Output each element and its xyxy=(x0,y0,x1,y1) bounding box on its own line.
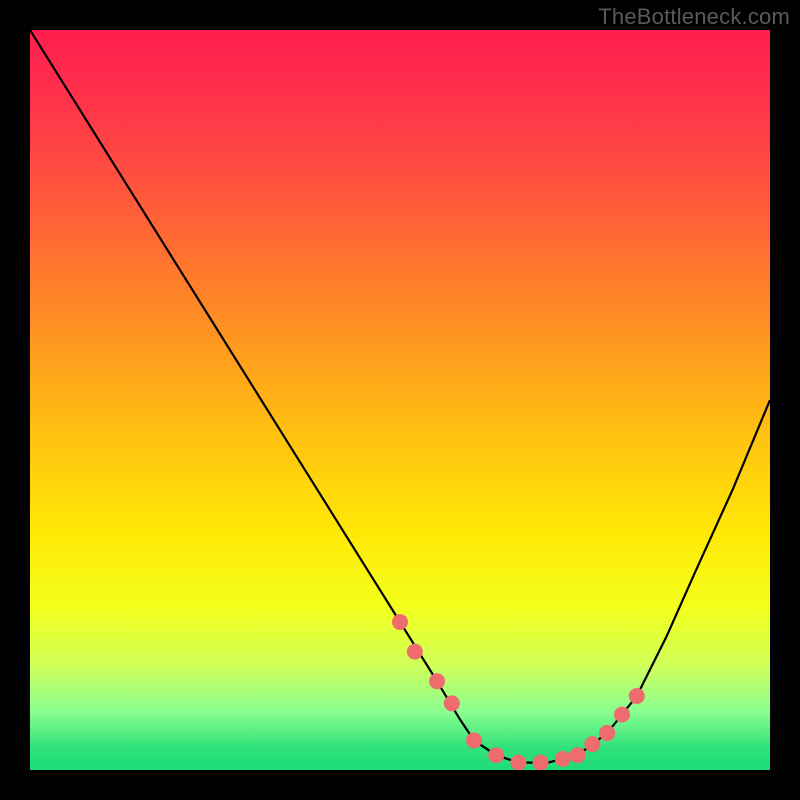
highlight-dot xyxy=(488,747,504,763)
highlight-dot xyxy=(570,747,586,763)
highlight-dots-group xyxy=(392,614,645,770)
highlight-dot xyxy=(555,751,571,767)
highlight-dot xyxy=(584,736,600,752)
highlight-dot xyxy=(444,695,460,711)
chart-svg xyxy=(30,30,770,770)
chart-container: TheBottleneck.com xyxy=(0,0,800,800)
highlight-dot xyxy=(599,725,615,741)
highlight-dot xyxy=(392,614,408,630)
watermark-text: TheBottleneck.com xyxy=(598,4,790,30)
highlight-dot xyxy=(466,732,482,748)
highlight-dot xyxy=(407,644,423,660)
plot-area xyxy=(30,30,770,770)
bottleneck-curve-line xyxy=(30,30,770,763)
highlight-dot xyxy=(510,755,526,770)
highlight-dot xyxy=(533,755,549,770)
highlight-dot xyxy=(614,707,630,723)
highlight-dot xyxy=(429,673,445,689)
highlight-dot xyxy=(629,688,645,704)
